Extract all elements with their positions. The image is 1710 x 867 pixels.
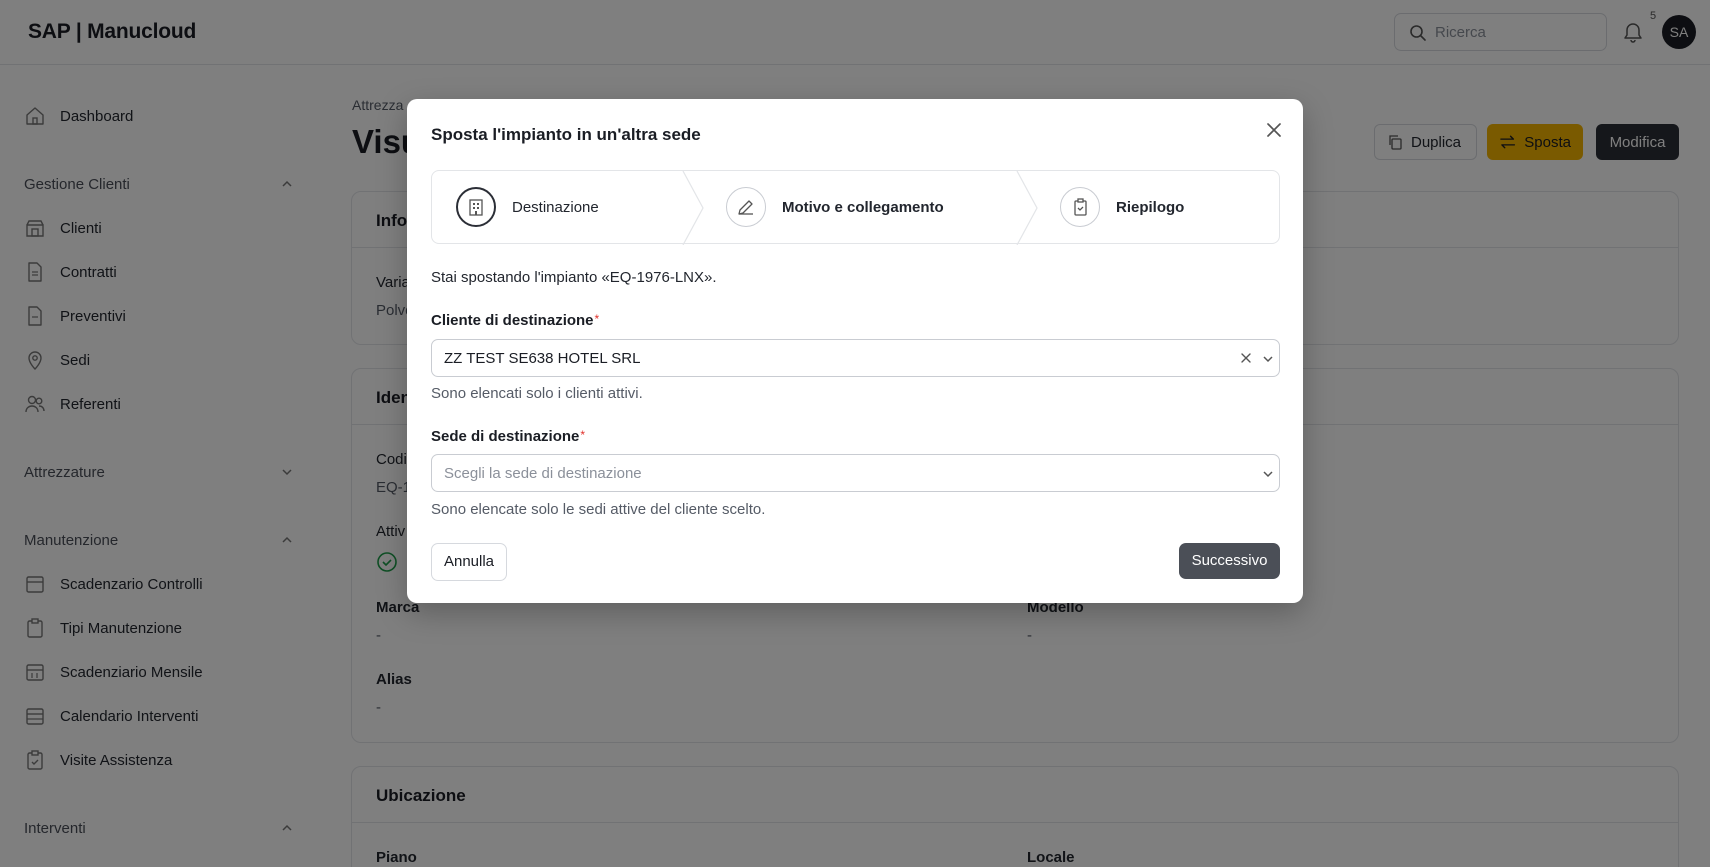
stepper: Destinazione Motivo e collegamento Riepi… [431, 170, 1280, 245]
step-label: Destinazione [512, 198, 599, 216]
site-field-label: Sede di destinazione* [431, 428, 585, 445]
required-mark: * [594, 312, 600, 326]
step-riepilogo[interactable]: Riepilogo [1060, 171, 1184, 243]
next-button[interactable]: Successivo [1179, 543, 1280, 579]
chevron-down-icon[interactable] [1262, 468, 1274, 480]
chevron-down-icon[interactable] [1262, 353, 1274, 365]
site-help-text: Sono elencate solo le sedi attive del cl… [431, 501, 766, 518]
site-select-placeholder: Scegli la sede di destinazione [444, 465, 642, 482]
required-mark: * [580, 428, 586, 442]
cancel-button[interactable]: Annulla [431, 543, 507, 581]
step-separator [682, 171, 704, 245]
clipboard-check-icon [1060, 187, 1100, 227]
step-motivo[interactable]: Motivo e collegamento [726, 171, 944, 243]
step-destinazione[interactable]: Destinazione [456, 171, 599, 243]
site-select[interactable]: Scegli la sede di destinazione [431, 454, 1280, 492]
client-help-text: Sono elencati solo i clienti attivi. [431, 385, 643, 402]
move-equipment-dialog: Sposta l'impianto in un'altra sede Desti… [407, 99, 1303, 603]
client-label-text: Cliente di destinazione [431, 312, 594, 329]
client-select-value: ZZ TEST SE638 HOTEL SRL [444, 350, 641, 367]
step-separator [1016, 171, 1038, 245]
dialog-title: Sposta l'impianto in un'altra sede [431, 125, 701, 144]
dialog-intro: Stai spostando l'impianto «EQ-1976-LNX». [431, 269, 717, 286]
clear-icon[interactable] [1240, 352, 1252, 364]
client-field-label: Cliente di destinazione* [431, 312, 599, 329]
edit-icon [726, 187, 766, 227]
step-label: Motivo e collegamento [782, 198, 944, 216]
site-label-text: Sede di destinazione [431, 428, 580, 445]
building-icon [456, 187, 496, 227]
step-label: Riepilogo [1116, 198, 1185, 216]
close-icon[interactable] [1263, 119, 1285, 141]
client-select[interactable]: ZZ TEST SE638 HOTEL SRL [431, 339, 1280, 377]
